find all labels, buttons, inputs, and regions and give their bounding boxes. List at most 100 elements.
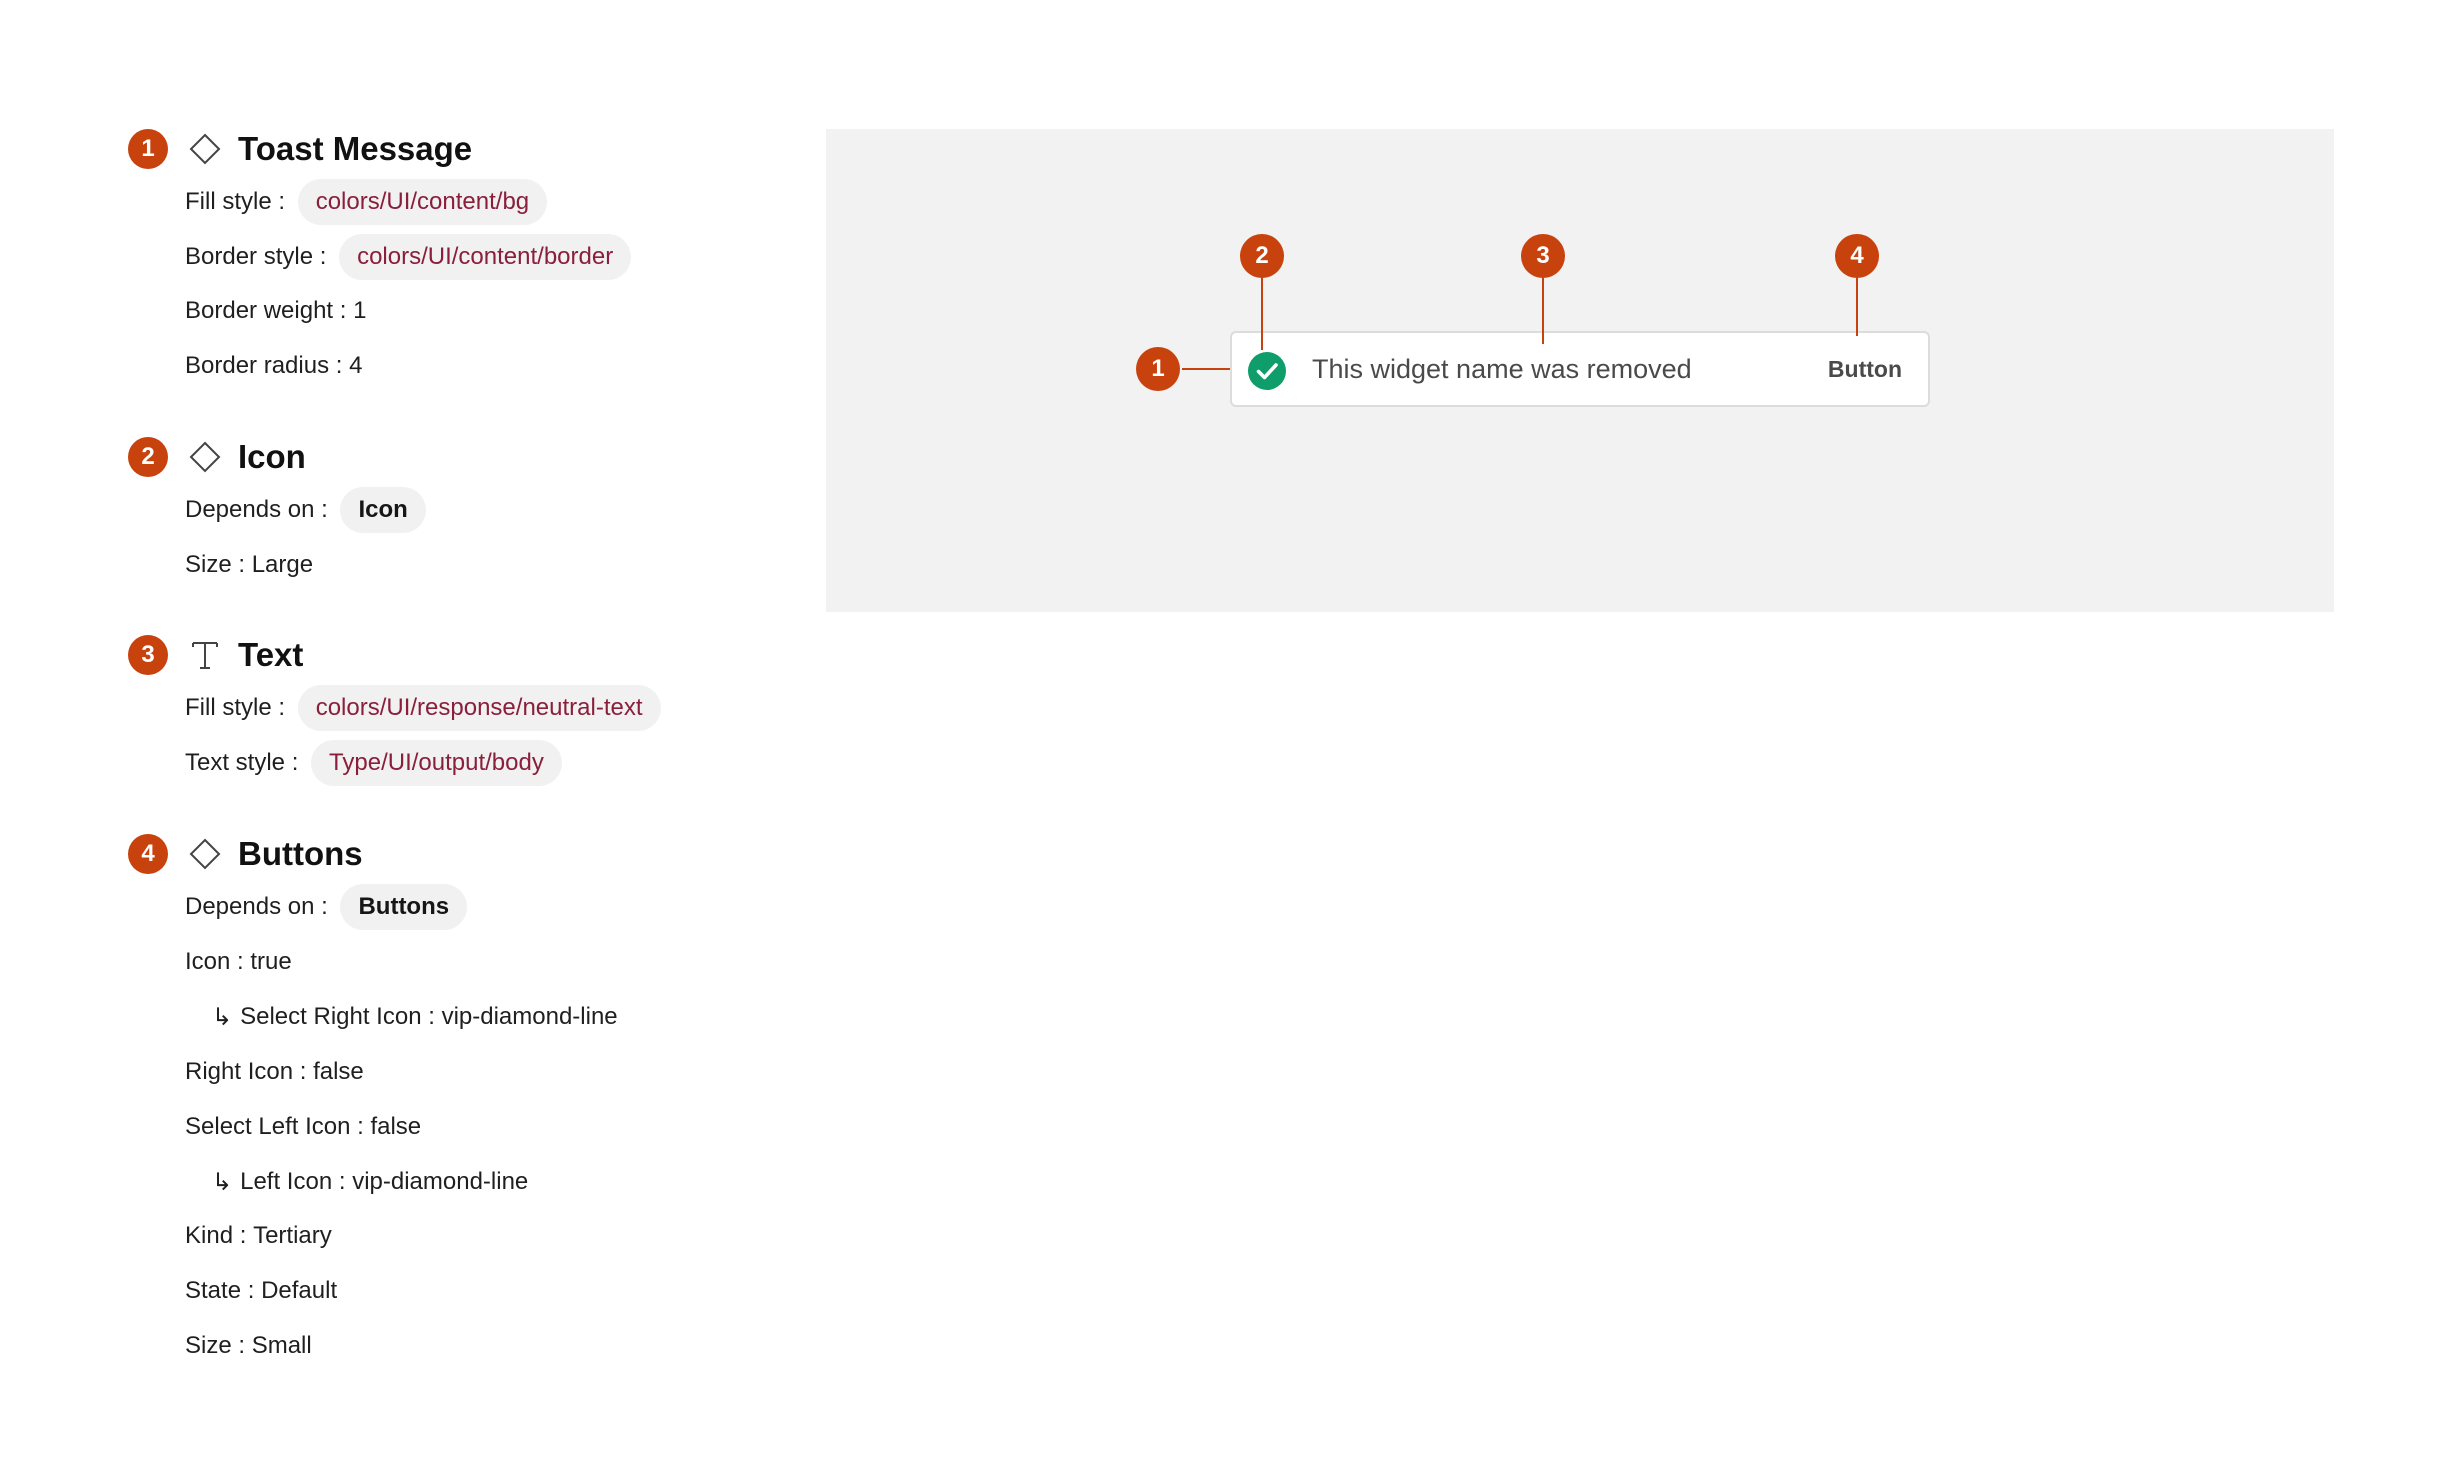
prop-key: Size <box>185 1332 232 1359</box>
prop-value: true <box>250 948 292 975</box>
prop-separator: : <box>313 243 334 270</box>
spec-panel: 1 Toast Message Fill style : colors/UI/c… <box>0 0 800 1478</box>
preview-canvas: This widget name was removed Button 1 2 … <box>826 129 2334 612</box>
callout-badge: 4 <box>1835 234 1879 278</box>
callout-leader-line <box>1261 278 1263 350</box>
diamond-icon <box>188 132 222 166</box>
prop-value: vip-diamond-line <box>441 1003 618 1030</box>
callout-leader-line <box>1182 368 1230 370</box>
prop-value: false <box>370 1113 422 1140</box>
sub-arrow-icon: ↳ <box>212 1168 233 1196</box>
callout-leader-line <box>1542 278 1544 344</box>
prop-key: Select Left Icon <box>185 1113 351 1140</box>
prop-key: Text style <box>185 749 286 776</box>
section-title: Text <box>238 636 304 673</box>
prop-select-left-icon: Select Left Icon : false <box>185 1104 421 1150</box>
prop-separator: : <box>329 352 350 379</box>
prop-depends-on: Depends on : Buttons <box>185 884 468 930</box>
prop-separator: : <box>293 1058 314 1085</box>
prop-fill-style: Fill style : colors/UI/response/neutral-… <box>185 685 661 731</box>
section-text: 3 Text <box>128 635 303 675</box>
prop-key: Select Right Icon <box>240 1003 422 1030</box>
prop-state: State : Default <box>185 1268 337 1314</box>
style-token-chip[interactable]: colors/UI/response/neutral-text <box>297 685 661 731</box>
prop-separator: : <box>333 297 354 324</box>
section-toast-message: 1 Toast Message <box>128 129 472 169</box>
toast-message: This widget name was removed Button <box>1230 331 1930 407</box>
prop-key: Border weight <box>185 297 334 324</box>
prop-icon: Icon : true <box>185 939 292 985</box>
prop-separator: : <box>271 694 292 721</box>
prop-value: Tertiary <box>253 1222 332 1249</box>
prop-key: Border radius <box>185 352 330 379</box>
prop-separator: : <box>241 1277 262 1304</box>
prop-key: State <box>185 1277 242 1304</box>
prop-key: Fill style <box>185 188 272 215</box>
section-title: Toast Message <box>238 130 473 167</box>
prop-size: Size : Small <box>185 1323 312 1369</box>
prop-border-radius: Border radius : 4 <box>185 343 362 389</box>
prop-separator: : <box>233 1222 254 1249</box>
callout-badge: 2 <box>1240 234 1284 278</box>
component-dependency-chip[interactable]: Icon <box>340 487 426 533</box>
prop-separator: : <box>230 948 251 975</box>
prop-separator: : <box>231 551 252 578</box>
sub-arrow-icon: ↳ <box>212 1003 233 1031</box>
prop-separator: : <box>421 1003 442 1030</box>
prop-key: Size <box>185 551 232 578</box>
prop-value: Default <box>261 1277 338 1304</box>
section-title: Buttons <box>238 835 363 872</box>
prop-left-icon: ↳ Left Icon : vip-diamond-line <box>212 1159 528 1205</box>
section-buttons: 4 Buttons <box>128 834 363 874</box>
prop-separator: : <box>314 893 335 920</box>
prop-separator: : <box>271 188 292 215</box>
prop-value: Large <box>251 551 314 578</box>
section-number-badge: 2 <box>128 437 168 477</box>
prop-border-style: Border style : colors/UI/content/border <box>185 234 632 280</box>
prop-separator: : <box>231 1332 252 1359</box>
toast-button[interactable]: Button <box>1828 333 1902 405</box>
prop-key: Fill style <box>185 694 272 721</box>
style-token-chip[interactable]: colors/UI/content/border <box>339 234 632 280</box>
prop-separator: : <box>332 1168 353 1195</box>
prop-separator: : <box>285 749 306 776</box>
style-token-chip[interactable]: Type/UI/output/body <box>311 740 562 786</box>
prop-key: Icon <box>185 948 231 975</box>
prop-value: 4 <box>349 352 363 379</box>
prop-depends-on: Depends on : Icon <box>185 487 426 533</box>
section-number-badge: 4 <box>128 834 168 874</box>
prop-key: Depends on <box>185 893 315 920</box>
prop-value: 1 <box>353 297 367 324</box>
prop-value: false <box>313 1058 364 1085</box>
prop-size: Size : Large <box>185 542 313 588</box>
prop-separator: : <box>314 496 335 523</box>
prop-key: Depends on <box>185 496 315 523</box>
check-circle-icon <box>1248 352 1286 390</box>
prop-key: Kind <box>185 1222 234 1249</box>
callout-leader-line <box>1856 278 1858 336</box>
diamond-icon <box>188 440 222 474</box>
prop-fill-style: Fill style : colors/UI/content/bg <box>185 179 548 225</box>
section-number-badge: 3 <box>128 635 168 675</box>
prop-border-weight: Border weight : 1 <box>185 288 366 334</box>
prop-text-style: Text style : Type/UI/output/body <box>185 740 562 786</box>
prop-kind: Kind : Tertiary <box>185 1213 332 1259</box>
prop-value: vip-diamond-line <box>352 1168 529 1195</box>
toast-text: This widget name was removed <box>1312 354 1692 384</box>
diamond-icon <box>188 837 222 871</box>
prop-value: Small <box>251 1332 312 1359</box>
callout-badge: 1 <box>1136 347 1180 391</box>
prop-key: Left Icon <box>240 1168 333 1195</box>
prop-select-right-icon: ↳ Select Right Icon : vip-diamond-line <box>212 994 618 1040</box>
prop-right-icon: Right Icon : false <box>185 1049 364 1095</box>
text-t-icon <box>188 638 222 672</box>
component-dependency-chip[interactable]: Buttons <box>340 884 468 930</box>
style-token-chip[interactable]: colors/UI/content/bg <box>297 179 548 225</box>
section-title: Icon <box>238 438 306 475</box>
prop-separator: : <box>350 1113 371 1140</box>
section-icon: 2 Icon <box>128 437 306 477</box>
prop-key: Border style <box>185 243 314 270</box>
section-number-badge: 1 <box>128 129 168 169</box>
prop-key: Right Icon <box>185 1058 294 1085</box>
callout-badge: 3 <box>1521 234 1565 278</box>
